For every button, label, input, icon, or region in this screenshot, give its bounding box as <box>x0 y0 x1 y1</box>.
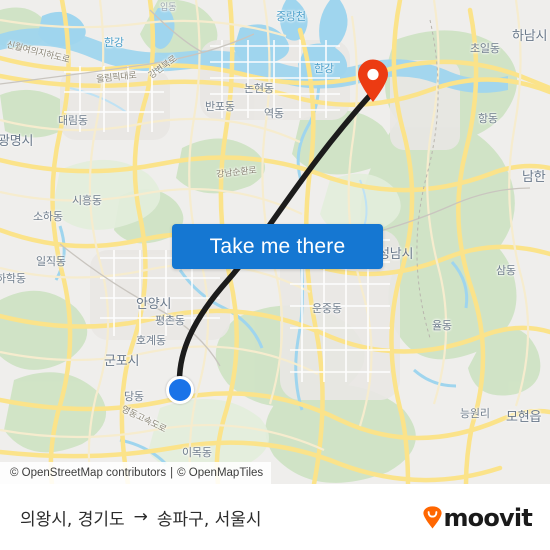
route-summary: 의왕시, 경기도 → 송파구, 서울시 <box>20 505 262 531</box>
moovit-wordmark: moovit <box>443 503 532 532</box>
map-viewport[interactable]: 한강 한강 중랑천 신월여의지하도로 올림픽대로 강변북로 대림동 광명시 반포… <box>0 0 550 484</box>
map-attribution: © OpenStreetMap contributors | © OpenMap… <box>0 462 272 484</box>
map-canvas[interactable]: 한강 한강 중랑천 신월여의지하도로 올림픽대로 강변북로 대림동 광명시 반포… <box>0 0 550 484</box>
attribution-openmaptiles[interactable]: © OpenMapTiles <box>177 467 263 479</box>
origin-dot[interactable] <box>166 376 194 404</box>
destination-pin[interactable] <box>357 59 389 103</box>
route-destination-label: 송파구, 서울시 <box>156 510 262 530</box>
take-me-there-button[interactable]: Take me there <box>172 224 383 269</box>
attribution-separator: | <box>170 467 174 479</box>
moovit-logo[interactable]: moovit <box>423 503 533 532</box>
moovit-pin-icon <box>423 506 443 529</box>
moovit-route-card: 한강 한강 중랑천 신월여의지하도로 올림픽대로 강변북로 대림동 광명시 반포… <box>0 0 550 550</box>
arrow-right-icon: → <box>133 507 148 527</box>
route-origin-label: 의왕시, 경기도 <box>20 510 125 530</box>
attribution-osm[interactable]: © OpenStreetMap contributors <box>10 467 166 479</box>
footer-bar: 의왕시, 경기도 → 송파구, 서울시 moovit <box>0 484 550 550</box>
